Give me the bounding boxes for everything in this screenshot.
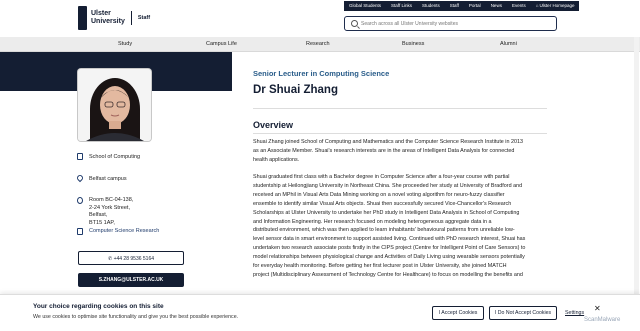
ulster-logo[interactable]: Ulster University Staff [78, 6, 150, 30]
email-button[interactable]: S.ZHANG@ULSTER.AC.UK [78, 273, 184, 287]
overview-divider [253, 133, 547, 134]
main-nav: Study Campus Life Research Business Alum… [0, 37, 640, 52]
phone-button[interactable]: ✆ +44 28 9536 5164 [78, 251, 184, 265]
logo-line1: Ulster [91, 10, 111, 17]
overview-paragraph-2: Shuai graduated first class with a Bache… [253, 174, 526, 278]
cookie-text: We use cookies to optimise site function… [33, 314, 239, 320]
utility-link-news[interactable]: News [486, 1, 507, 11]
logo-mark-icon [78, 6, 87, 30]
nav-item-campus-life[interactable]: Campus Life [206, 37, 237, 52]
room-icon [77, 197, 83, 204]
school-name: School of Computing [89, 154, 141, 160]
close-icon[interactable]: ✕ [594, 304, 601, 313]
campus-name: Belfast campus [89, 176, 127, 182]
search-icon [351, 20, 358, 27]
cookie-title: Your choice regarding cookies on this si… [33, 303, 164, 310]
utility-link-staff[interactable]: Staff [445, 1, 464, 11]
site-search[interactable]: Search across all Ulster University webs… [344, 16, 557, 31]
utility-link-events[interactable]: Events [507, 1, 531, 11]
address-line-4: BT15 1AP, [89, 219, 115, 226]
location-pin-icon [75, 173, 85, 183]
utility-link-students[interactable]: Students [417, 1, 445, 11]
address-line-3: Belfast, [89, 212, 108, 218]
logo-line2: University [91, 18, 125, 25]
address: Room BC-04-138, 2-24 York Street, Belfas… [89, 197, 133, 227]
research-institute-icon [77, 228, 83, 235]
page-title: Dr Shuai Zhang [253, 84, 338, 96]
overview-paragraph-1: Shuai Zhang joined School of Computing a… [253, 139, 523, 163]
cookie-banner: Your choice regarding cookies on this si… [0, 294, 640, 331]
nav-item-alumni[interactable]: Alumni [500, 37, 517, 52]
page-scrollbar[interactable] [634, 37, 639, 294]
nav-item-business[interactable]: Business [402, 37, 424, 52]
profile-job-title: Senior Lecturer in Computing Science [253, 69, 390, 78]
site-header: Ulster University Staff Global Students … [0, 0, 640, 37]
logo-staff-label: Staff [137, 15, 151, 21]
profile-photo [78, 69, 151, 141]
utility-link-portal[interactable]: Portal [464, 1, 486, 11]
utility-bar: Global Students Staff Links Students Sta… [344, 1, 580, 11]
logo-divider [130, 11, 132, 25]
utility-link-global-students[interactable]: Global Students [344, 1, 386, 11]
nav-item-research[interactable]: Research [306, 37, 330, 52]
title-divider [253, 108, 547, 109]
search-input[interactable]: Search across all Ulster University webs… [361, 21, 458, 27]
address-line-2: 2-24 York Street, [89, 204, 130, 211]
address-line-1: Room BC-04-138, [89, 197, 134, 203]
utility-link-staff-links[interactable]: Staff Links [386, 1, 417, 11]
research-institute-link[interactable]: Computer Science Research [89, 228, 159, 234]
reject-cookies-button[interactable]: I Do Not Accept Cookies [489, 306, 557, 320]
cookie-settings-link[interactable]: Settings [565, 310, 584, 316]
utility-link-ulster-homepage[interactable]: ⌂Ulster Homepage [531, 1, 580, 11]
scanmalware-watermark: ScanMalware [584, 317, 621, 323]
accept-cookies-button[interactable]: I Accept Cookies [432, 306, 484, 320]
building-icon [77, 153, 83, 160]
overview-heading: Overview [253, 120, 294, 130]
nav-item-study[interactable]: Study [118, 37, 132, 52]
portrait-image [78, 69, 151, 141]
